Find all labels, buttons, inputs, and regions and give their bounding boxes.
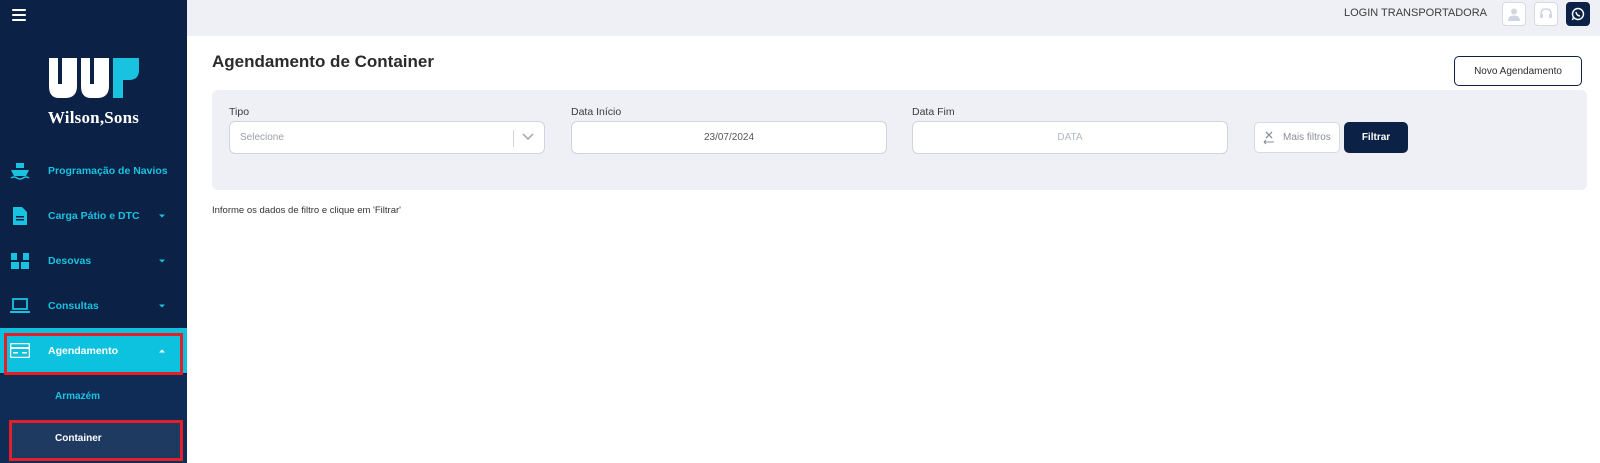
sidebar-item-carga-patio-dtc[interactable]: Carga Pátio e DTC — [0, 193, 187, 238]
sidebar-nav: Programação de Navios Carga Pátio e DTC … — [0, 148, 187, 375]
more-filters-label: Mais filtros — [1283, 132, 1331, 143]
submenu-item-label: Armazém — [55, 390, 101, 402]
data-fim-input[interactable]: DATA — [912, 121, 1228, 154]
chevron-down-icon — [159, 304, 165, 307]
support-icon[interactable] — [1534, 2, 1558, 26]
data-fim-placeholder: DATA — [1057, 132, 1083, 143]
boxes-icon — [10, 251, 30, 271]
sidebar-item-programacao-navios[interactable]: Programação de Navios — [0, 148, 187, 193]
menu-icon[interactable] — [12, 9, 26, 21]
data-inicio-value: 23/07/2024 — [703, 132, 755, 143]
login-label[interactable]: LOGIN TRANSPORTADORA — [1344, 7, 1487, 19]
sidebar-item-label: Carga Pátio e DTC — [48, 209, 140, 222]
new-appointment-button[interactable]: Novo Agendamento — [1454, 56, 1582, 86]
chevron-down-icon — [159, 259, 165, 262]
wilson-sons-logo-icon — [48, 58, 139, 98]
clear-filter-icon — [1263, 131, 1275, 145]
filter-hint-text: Informe os dados de filtro e clique em '… — [212, 205, 401, 216]
submenu-item-label: Container — [55, 432, 102, 444]
filter-button[interactable]: Filtrar — [1344, 122, 1408, 153]
data-inicio-label: Data Início — [571, 106, 622, 118]
laptop-icon — [10, 296, 30, 316]
sidebar: Wilson,Sons Programação de Navios Carga … — [0, 0, 187, 463]
brand-name: Wilson,Sons — [47, 108, 140, 127]
tipo-label: Tipo — [229, 106, 250, 118]
topbar: LOGIN TRANSPORTADORA — [187, 0, 1600, 36]
agendamento-submenu: Armazém Container — [0, 375, 187, 463]
brand-logo: Wilson,Sons — [0, 56, 187, 128]
submenu-item-armazem[interactable]: Armazém — [0, 375, 187, 417]
ship-icon — [10, 161, 30, 181]
sidebar-item-agendamento[interactable]: Agendamento — [0, 328, 187, 375]
chevron-up-icon — [159, 349, 165, 352]
tipo-select-placeholder: Selecione — [240, 132, 284, 143]
data-fim-label: Data Fim — [912, 106, 955, 118]
sidebar-item-label: Consultas — [48, 299, 99, 312]
whatsapp-icon[interactable] — [1566, 2, 1590, 26]
sidebar-item-label: Programação de Navios — [48, 164, 168, 177]
select-divider — [513, 130, 514, 147]
tipo-select[interactable]: Selecione — [229, 121, 545, 154]
submenu-item-container[interactable]: Container — [0, 417, 187, 461]
page-title: Agendamento de Container — [212, 52, 434, 71]
sidebar-item-label: Desovas — [48, 254, 92, 267]
user-icon[interactable] — [1502, 2, 1526, 26]
sidebar-item-consultas[interactable]: Consultas — [0, 283, 187, 328]
chevron-down-icon — [159, 214, 165, 217]
document-icon — [10, 206, 30, 226]
card-icon — [10, 341, 30, 361]
sidebar-item-label: Agendamento — [48, 344, 119, 357]
sidebar-item-desovas[interactable]: Desovas — [0, 238, 187, 283]
chevron-down-icon — [522, 133, 534, 140]
more-filters-button[interactable]: Mais filtros — [1254, 122, 1340, 153]
data-inicio-input[interactable]: 23/07/2024 — [571, 121, 887, 154]
